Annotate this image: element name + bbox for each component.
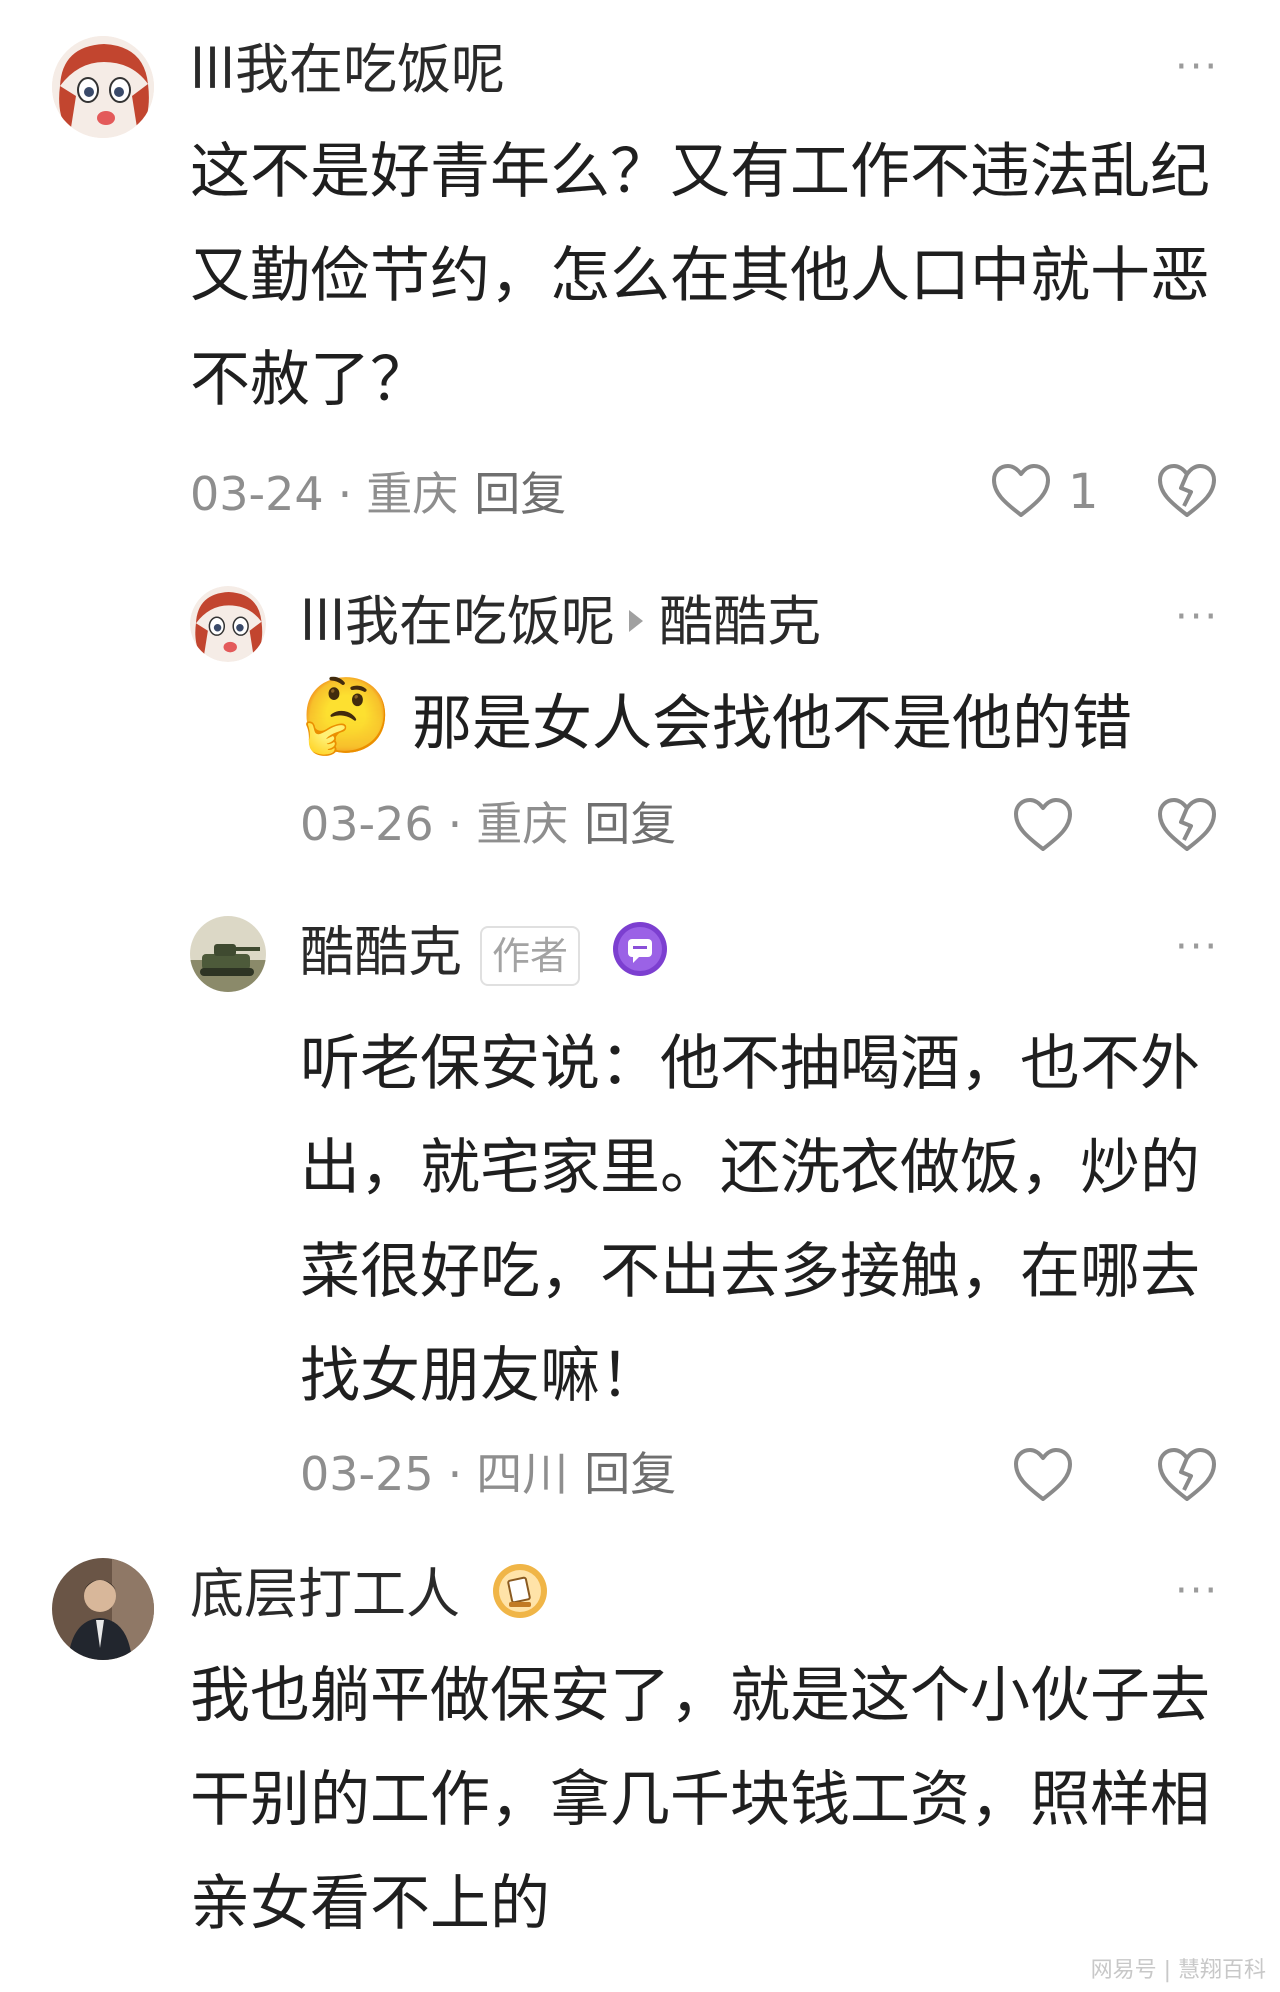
comment-meta: 03-24 · 重庆 回复 <box>190 466 566 522</box>
author-header: 酷酷克 作者 <box>300 920 669 992</box>
broken-heart-icon <box>1158 1448 1216 1501</box>
more-options-icon[interactable]: ··· <box>1175 1568 1219 1614</box>
comment-2: 底层打工人 ··· 我也躺平做保安了，就是这个小伙子去干别的工作，拿几千块钱工资… <box>0 1540 1280 1992</box>
avatar[interactable] <box>190 586 266 662</box>
avatar[interactable] <box>52 1558 154 1660</box>
anime-girl-avatar-icon <box>190 586 266 662</box>
comment-date: 03-24 <box>190 467 324 521</box>
comment-date: 03-25 <box>300 1447 434 1501</box>
heart-icon <box>1014 1448 1072 1501</box>
comment-meta: 03-25 · 四川 回复 <box>300 1446 676 1502</box>
comment-text: 听老保安说：他不抽喝酒，也不外出，就宅家里。还洗衣做饭，炒的菜很好吃，不出去多接… <box>300 1029 1200 1411</box>
reply-header: lll我在吃饭呢 酷酷克 <box>300 590 821 654</box>
reply-button[interactable]: 回复 <box>474 467 566 521</box>
comment-location: 重庆 <box>366 467 459 521</box>
watermark: 网易号 | 慧翔百科 <box>1090 1958 1266 1983</box>
tank-avatar-icon <box>190 916 266 992</box>
avatar[interactable] <box>190 916 266 992</box>
like-button[interactable] <box>1012 796 1074 858</box>
person-photo-avatar-icon <box>52 1558 154 1660</box>
avatar[interactable] <box>52 36 154 138</box>
broken-heart-icon <box>1158 464 1216 517</box>
anime-girl-avatar-icon <box>52 36 154 138</box>
separator: · <box>447 797 463 851</box>
dislike-button[interactable] <box>1156 796 1218 858</box>
dislike-button[interactable] <box>1156 1446 1218 1508</box>
like-button[interactable] <box>1012 1446 1074 1508</box>
thinking-emoji-icon: 🤔 <box>300 673 393 759</box>
reply-button[interactable]: 回复 <box>584 1447 676 1501</box>
more-options-icon[interactable]: ··· <box>1175 44 1219 90</box>
comment-text: 那是女人会找他不是他的错 <box>412 689 1132 759</box>
username[interactable]: 底层打工人 <box>190 1563 460 1626</box>
comment-text: 这不是好青年么？又有工作不违法乱纪又勤俭节约，怎么在其他人口中就十恶不赦了？ <box>190 137 1210 415</box>
comment-meta: 03-26 · 重庆 回复 <box>300 796 676 852</box>
separator: · <box>337 467 353 521</box>
heart-icon <box>992 464 1050 517</box>
like-button[interactable] <box>990 462 1052 524</box>
reply-arrow-icon <box>629 610 644 633</box>
reply-button[interactable]: 回复 <box>584 797 676 851</box>
reply-comment-1: lll我在吃饭呢 酷酷克 ··· 🤔 那是女人会找他不是他的错 03-26 · 重庆回… <box>0 560 1280 860</box>
username[interactable]: lll我在吃饭呢 <box>300 590 615 653</box>
more-options-icon[interactable]: ··· <box>1175 924 1219 970</box>
username[interactable]: 酷酷克 <box>300 921 462 984</box>
username[interactable]: lll我在吃饭呢 <box>190 38 505 102</box>
comment-text: 我也躺平做保安了，就是这个小伙子去干别的工作，拿几千块钱工资，照样相亲女看不上的 <box>190 1661 1210 1939</box>
message-badge-icon <box>611 920 669 992</box>
broken-heart-icon <box>1158 798 1216 851</box>
reply-to-username[interactable]: 酷酷克 <box>659 590 821 653</box>
dislike-button[interactable] <box>1156 462 1218 524</box>
level-badge-icon <box>491 1562 549 1634</box>
comment-location: 四川 <box>476 1447 569 1501</box>
separator: · <box>447 1447 463 1501</box>
user-header: 底层打工人 <box>190 1562 549 1634</box>
reply-comment-2: 酷酷克 作者 ··· 听老保安说：他不抽喝酒，也不外出，就宅家里。还洗衣做饭，炒的… <box>0 880 1280 1520</box>
heart-icon <box>1014 798 1072 851</box>
like-count: 1 <box>1068 464 1099 520</box>
more-options-icon[interactable]: ··· <box>1175 594 1219 640</box>
comment-1: lll我在吃饭呢 ··· 这不是好青年么？又有工作不违法乱纪又勤俭节约，怎么在其… <box>0 0 1280 540</box>
comment-date: 03-26 <box>300 797 434 851</box>
author-badge: 作者 <box>480 926 581 986</box>
comment-location: 重庆 <box>476 797 569 851</box>
